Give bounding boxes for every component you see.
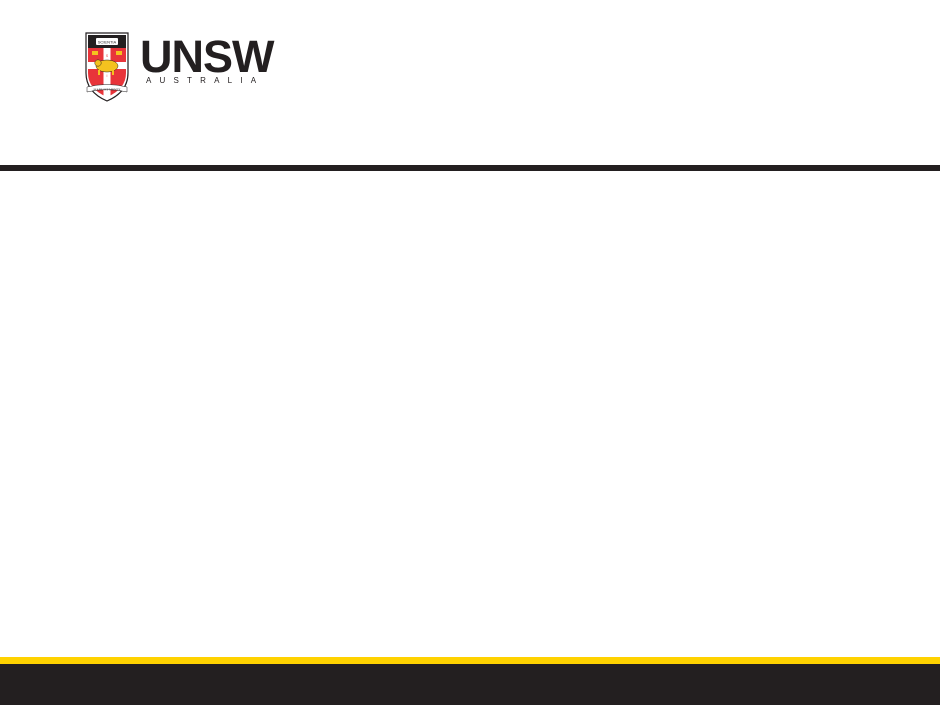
crest-letter-3: I <box>107 74 108 78</box>
crest-book-text: SCIENTIA <box>98 39 117 44</box>
unsw-wordmark: UNSW <box>140 31 274 82</box>
footer-bar <box>0 664 940 705</box>
footer-accent-stripe <box>0 657 940 664</box>
unsw-logo: SCIENTIA S C I E MANU ET MENTE UNSW AUST… <box>84 32 279 102</box>
slide-header: SCIENTIA S C I E MANU ET MENTE UNSW AUST… <box>0 0 940 165</box>
slide-content-area <box>0 171 940 657</box>
unsw-crest-icon: SCIENTIA S C I E MANU ET MENTE <box>85 32 129 102</box>
crest-scroll-text: MANU ET MENTE <box>93 88 120 92</box>
australia-wordmark: AUSTRALIA <box>146 76 265 85</box>
